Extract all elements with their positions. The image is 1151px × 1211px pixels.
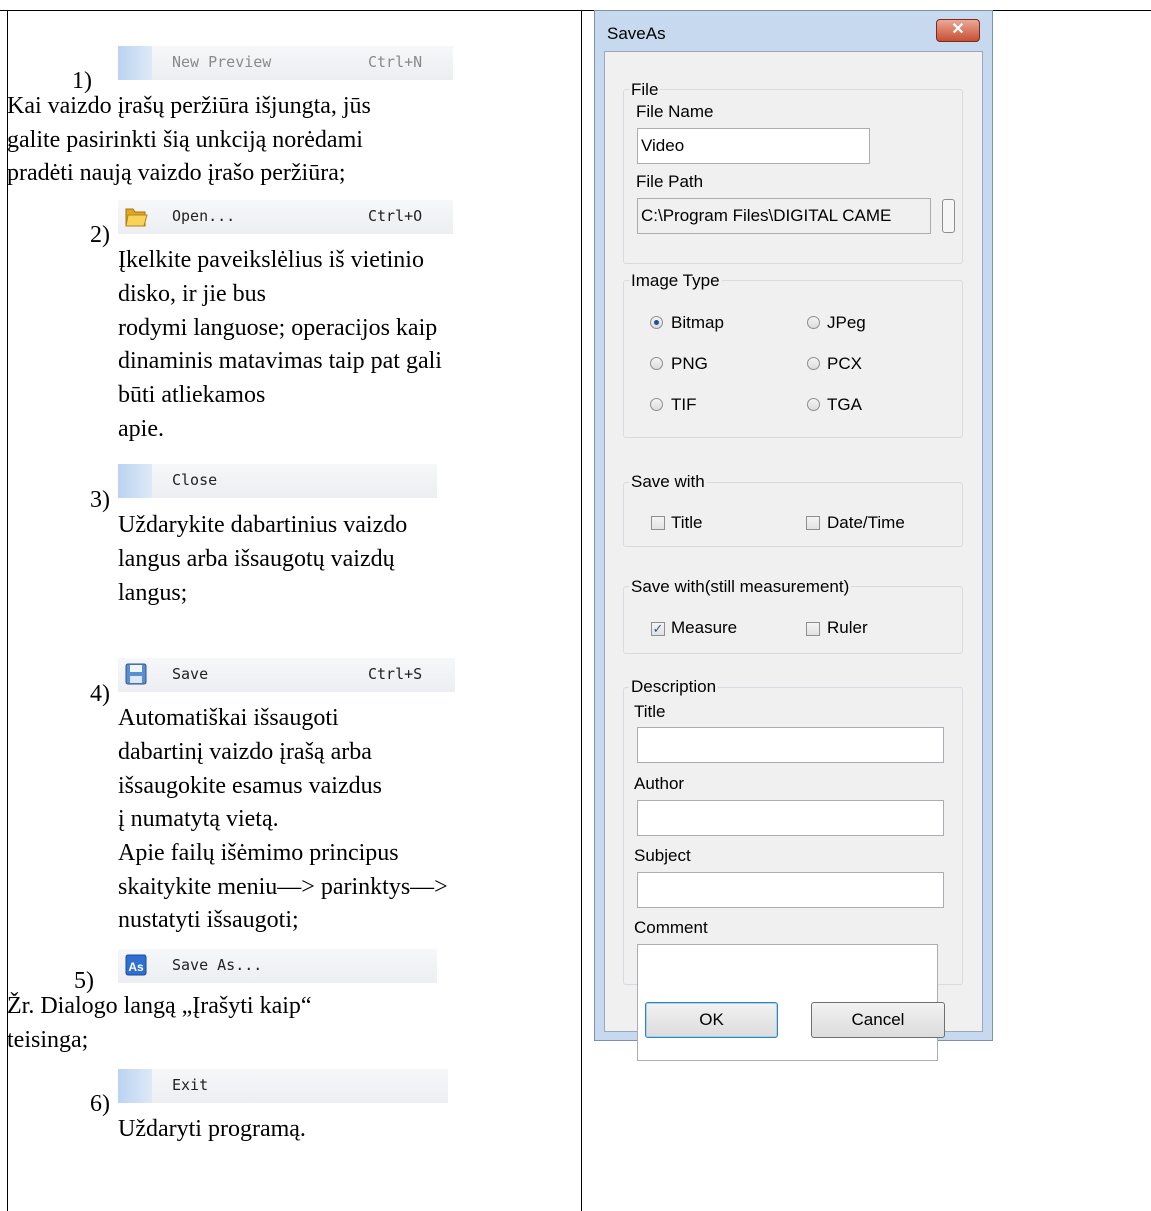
save-as-dialog: SaveAs ✕ File File Name Video File Path … (594, 10, 993, 1061)
desc-title-input[interactable] (637, 727, 944, 763)
menu-item-save: Save Ctrl+S (118, 658, 455, 692)
paragraph-line: langus arba išsaugotų vaizdų (118, 546, 395, 572)
menu-item-shortcut: Ctrl+S (368, 665, 423, 683)
folder-icon (125, 208, 148, 227)
menu-item-save-as: As Save As... (118, 949, 437, 983)
checkbox[interactable] (651, 516, 665, 530)
list-number: 5) (74, 968, 94, 994)
desc-title-label: Title (634, 702, 666, 721)
menu-item-label: New Preview (172, 53, 272, 71)
paragraph-line: Automatiškai išsaugoti (118, 705, 339, 731)
list-number: 3) (90, 487, 110, 513)
radio-button-selected[interactable] (650, 316, 663, 329)
paragraph-line: skaitykite meniu—> parinktys—> (118, 874, 448, 900)
menu-item-open: Open... Ctrl+O (118, 200, 453, 234)
radio-label: PCX (827, 354, 862, 373)
menu-item-shortcut: Ctrl+N (368, 53, 423, 71)
menu-item-shortcut: Ctrl+O (368, 207, 423, 225)
file-name-input[interactable]: Video (637, 128, 870, 164)
paragraph-line: Uždaryti programą. (118, 1116, 306, 1142)
radio-button[interactable] (650, 398, 663, 411)
paragraph-line: nustatyti išsaugoti; (118, 907, 299, 933)
dialog-client-area: File File Name Video File Path C:\Progra… (604, 51, 983, 1061)
paragraph-line: į numatytą vietą. (118, 806, 279, 832)
image-type-group-label: Image Type (629, 271, 722, 291)
paragraph-line: Apie failų išėmimo principus (118, 840, 399, 866)
checkbox[interactable] (806, 516, 820, 530)
checkbox-label: Measure (671, 618, 738, 637)
menu-item-close: Close (118, 464, 437, 498)
file-path-label: File Path (636, 172, 704, 191)
radio-label: JPeg (827, 313, 866, 332)
desc-comment-label: Comment (634, 918, 708, 937)
paragraph-line: disko, ir jie bus (118, 281, 266, 307)
close-icon: ✕ (951, 21, 965, 38)
paragraph-line: rodymi languose; operacijos kaip (118, 315, 438, 341)
paragraph-line: pradėti naują vaizdo įrašo peržiūra; (7, 160, 346, 186)
desc-subject-input[interactable] (637, 872, 944, 908)
cancel-button[interactable]: Cancel (811, 1002, 945, 1038)
paragraph-line: teisinga; (7, 1027, 89, 1053)
menu-item-label: Open... (172, 207, 236, 225)
paragraph-line: išsaugokite esamus vaizdus (118, 773, 382, 799)
checkbox-checked[interactable]: ✓ (651, 622, 665, 636)
paragraph-line: dabartinį vaizdo įrašą arba (118, 739, 372, 765)
checkmark-icon: ✓ (652, 621, 664, 636)
checkbox-label: Date/Time (827, 513, 905, 532)
radio-label: TGA (827, 395, 862, 414)
list-number: 2) (90, 222, 110, 248)
desc-author-input[interactable] (637, 800, 944, 836)
ok-button[interactable]: OK (645, 1002, 778, 1038)
svg-text:As: As (128, 960, 144, 974)
radio-button[interactable] (807, 357, 820, 370)
save-with-group-label: Save with (629, 472, 707, 492)
radio-button[interactable] (650, 357, 663, 370)
dialog-title: SaveAs (607, 24, 666, 43)
menu-item-new-preview: New Preview Ctrl+N (118, 46, 453, 80)
table-column-divider (581, 10, 582, 1211)
file-path-input[interactable]: C:\Program Files\DIGITAL CAME (637, 198, 931, 234)
radio-label: PNG (671, 354, 708, 373)
list-number: 6) (90, 1091, 110, 1117)
paragraph-line: Žr. Dialogo langą „Įrašyti kaip“ (7, 993, 312, 1019)
save-as-icon: As (125, 954, 147, 976)
checkbox-label: Ruler (827, 618, 868, 637)
radio-label: Bitmap (671, 313, 724, 332)
checkbox-label: Title (671, 513, 703, 532)
radio-button[interactable] (807, 398, 820, 411)
close-button[interactable]: ✕ (936, 19, 980, 42)
checkbox[interactable] (806, 622, 820, 636)
paragraph-line: galite pasirinkti šią unkciją norėdami (7, 127, 363, 153)
desc-subject-label: Subject (634, 846, 691, 865)
desc-author-label: Author (634, 774, 685, 793)
menu-item-label: Save As... (172, 956, 263, 974)
paragraph-line: Uždarykite dabartinius vaizdo (118, 512, 408, 538)
file-name-label: File Name (636, 102, 714, 121)
menu-item-label: Close (172, 471, 218, 489)
radio-button[interactable] (807, 316, 820, 329)
paragraph-line: būti atliekamos (118, 382, 266, 408)
list-number: 1) (72, 68, 92, 94)
menu-item-label: Save (172, 665, 209, 683)
menu-item-label: Exit (172, 1076, 209, 1094)
browse-button[interactable] (942, 199, 955, 233)
save-with-still-group-label: Save with(still measurement) (629, 577, 852, 597)
paragraph-line: dinaminis matavimas taip pat gali (118, 348, 442, 374)
file-group-label: File (629, 80, 661, 100)
paragraph-line: Kai vaizdo įrašų peržiūra išjungta, jūs (7, 93, 371, 119)
floppy-disk-icon (125, 663, 147, 685)
paragraph-line: Įkelkite paveikslėlius iš vietinio (118, 247, 424, 273)
paragraph-line: langus; (118, 580, 188, 606)
description-group-label: Description (629, 677, 719, 697)
radio-label: TIF (671, 395, 697, 414)
list-number: 4) (90, 681, 110, 707)
paragraph-line: apie. (118, 416, 164, 442)
menu-item-exit: Exit (118, 1069, 448, 1103)
